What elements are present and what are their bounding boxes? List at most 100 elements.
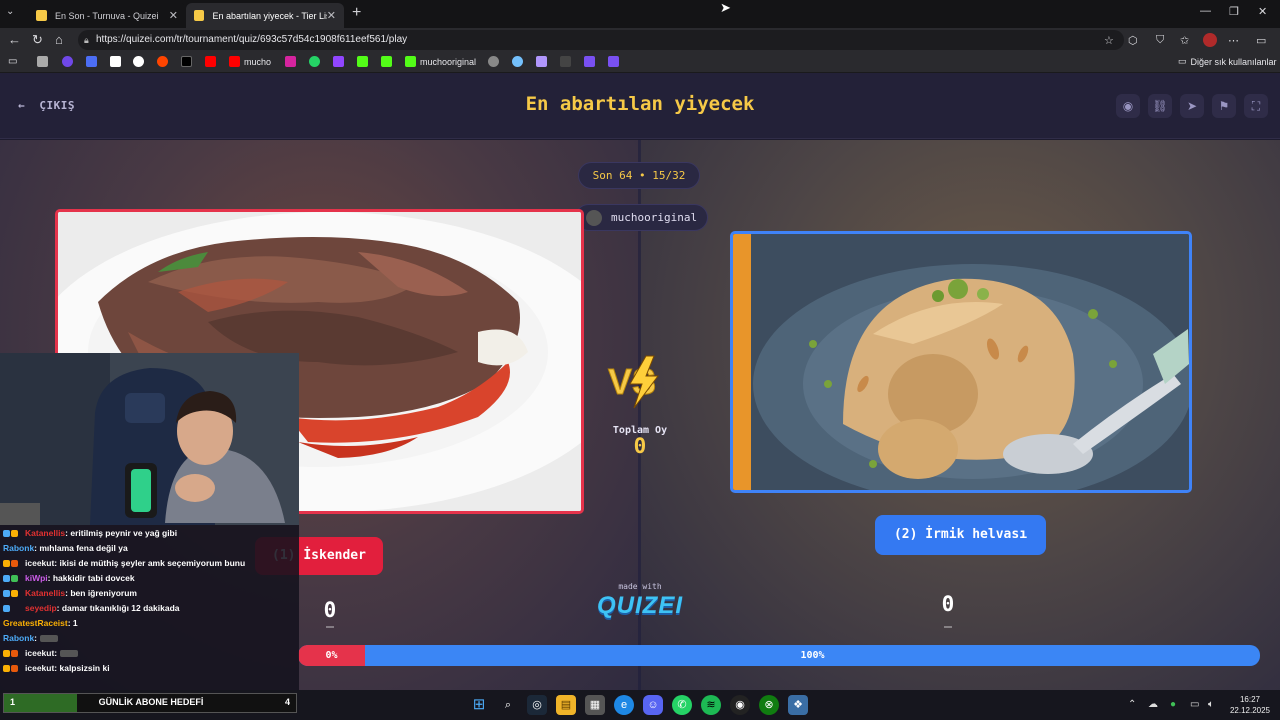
close-window-icon[interactable]: ✕ — [1258, 5, 1267, 18]
search-icon[interactable]: ⌕ — [498, 695, 518, 715]
quizei-logo: QUIZEI — [596, 592, 683, 619]
spotify-icon[interactable]: ≋ — [701, 695, 721, 715]
file-explorer-icon[interactable]: ▤ — [556, 695, 576, 715]
back-icon[interactable]: ← — [8, 32, 21, 47]
obs-icon[interactable]: ◉ — [730, 695, 750, 715]
option-2-image[interactable] — [730, 231, 1192, 493]
chat-username: Rabonk — [3, 543, 35, 553]
new-tab-icon[interactable]: + — [352, 4, 361, 22]
bookmark-item[interactable] — [536, 56, 551, 67]
chat-text: : — [34, 633, 38, 643]
bookmark-item[interactable] — [333, 56, 348, 67]
whatsapp-icon[interactable]: ✆ — [672, 695, 692, 715]
bookmark-item[interactable] — [357, 56, 372, 67]
profile-avatar[interactable] — [1203, 33, 1217, 47]
bookmark-label: mucho — [244, 56, 272, 67]
chat-badges-icon — [3, 588, 25, 598]
extensions-icon[interactable]: ⬡ — [1128, 34, 1138, 47]
bookmark-item[interactable] — [488, 56, 503, 67]
xbox-icon[interactable]: ⊗ — [759, 695, 779, 715]
tray-app-icon[interactable]: ☁ — [1148, 699, 1158, 710]
made-with-label: made with — [618, 582, 662, 591]
quizei-favicon-icon — [36, 10, 47, 21]
restore-icon[interactable]: ❐ — [1229, 5, 1239, 18]
microphone-icon[interactable]: ● — [1170, 699, 1176, 710]
sidebar-toggle-icon[interactable]: ▭ — [1256, 34, 1266, 47]
option-2-vote-count: 0 — [941, 592, 955, 616]
bookmark-item[interactable] — [309, 56, 324, 67]
round-indicator: Son 64 • 15/32 — [578, 162, 700, 189]
eye-icon[interactable]: ◉ — [1116, 94, 1140, 118]
bookmark-item[interactable] — [584, 56, 599, 67]
edge-icon[interactable]: e — [614, 695, 634, 715]
google-icon — [133, 56, 144, 67]
system-clock[interactable]: 16:27 22.12.2025 — [1228, 694, 1272, 716]
volume-icon[interactable]: 🔈︎ — [1208, 699, 1214, 710]
chat-message: Rabonk: mıhlama fena değil ya — [3, 543, 128, 553]
bookmark-item[interactable] — [110, 56, 125, 67]
tab-quizei-turnuva[interactable]: En Son - Turnuva - Quizei ✕ — [28, 3, 186, 28]
option-1-percentage: 0% — [325, 650, 338, 661]
close-tab-icon[interactable]: ✕ — [327, 9, 336, 22]
discord-icon[interactable]: ☺ — [643, 695, 663, 715]
share-link-icon[interactable]: ⛓ — [1148, 94, 1172, 118]
minimize-icon[interactable]: — — [1200, 5, 1211, 17]
folder-icon: ▭ — [1178, 56, 1187, 66]
folder-icon — [37, 56, 48, 67]
bookmark-item[interactable] — [133, 56, 148, 67]
divider — [944, 626, 952, 628]
chat-message: Katanellis: eritilmiş peynir ve yağ gibi — [3, 528, 177, 538]
bookmark-item[interactable] — [86, 56, 101, 67]
tab-quizei-play[interactable]: En abartılan yiyecek - Tier List, Kö ✕ — [186, 3, 344, 28]
whatsapp-icon — [309, 56, 320, 67]
more-options-icon[interactable]: ⋯ — [1228, 34, 1239, 47]
chat-message: iceekut: — [3, 648, 79, 658]
irmik-helvasi-photo — [733, 234, 1189, 490]
refresh-icon[interactable]: ↻ — [32, 32, 43, 48]
tab-actions-icon[interactable]: ⌄ — [6, 6, 14, 17]
shield-icon — [584, 56, 595, 67]
youtube-icon — [205, 56, 216, 67]
bookmark-item[interactable] — [381, 56, 396, 67]
bookmark-item[interactable] — [157, 56, 172, 67]
send-icon[interactable]: ➤ — [1180, 94, 1204, 118]
app-icon — [536, 56, 547, 67]
browser-essentials-icon[interactable]: ⛉ — [1156, 34, 1164, 47]
steam-icon[interactable]: ◎ — [527, 695, 547, 715]
chat-username: iceekut — [25, 663, 55, 673]
mouse-cursor-icon: ➤ — [720, 0, 731, 15]
total-votes-value: 0 — [633, 434, 647, 458]
bookmark-mucho[interactable]: mucho — [229, 56, 271, 67]
username: muchooriginal — [611, 211, 698, 224]
bookmark-item[interactable] — [285, 56, 300, 67]
bookmark-item[interactable] — [512, 56, 527, 67]
bookmark-item[interactable] — [608, 56, 623, 67]
bookmark-item[interactable] — [205, 56, 220, 67]
subscriber-goal-bar: 1 GÜNLİK ABONE HEDEFİ 4 — [3, 693, 297, 713]
close-tab-icon[interactable]: ✕ — [169, 9, 178, 22]
favorite-star-icon[interactable]: ☆ — [1104, 34, 1114, 47]
bookmark-item[interactable] — [560, 56, 575, 67]
chat-badges-icon — [3, 573, 25, 583]
bookmarks-menu-icon[interactable]: ▭ — [8, 56, 17, 67]
bookmark-item[interactable] — [181, 56, 196, 67]
tray-overflow-icon[interactable]: ⌃ — [1128, 699, 1136, 710]
network-icon[interactable]: ▭ — [1190, 699, 1199, 710]
vote-percentage-bar: 0% 100% — [298, 645, 1260, 666]
fullscreen-icon[interactable]: ⛶ — [1244, 94, 1268, 118]
url-input[interactable]: 🔒︎ https://quizei.com/tr/tournament/quiz… — [78, 30, 1124, 50]
option-2-button[interactable]: (2) İrmik helvası — [875, 515, 1046, 555]
flag-icon[interactable]: ⚑ — [1212, 94, 1236, 118]
favorites-icon[interactable]: ✩ — [1180, 34, 1189, 47]
home-icon[interactable]: ⌂ — [55, 32, 63, 47]
chat-message: seyedip: damar tıkanıklığı 12 dakikada — [3, 603, 180, 613]
app-icon[interactable]: ❖ — [788, 695, 808, 715]
windows-start-icon[interactable]: ⊞ — [469, 695, 489, 715]
bookmark-item[interactable] — [62, 56, 77, 67]
bookmark-muchooriginal[interactable]: muchooriginal — [405, 56, 476, 67]
bookmarks-bar: ▭ mucho muchooriginal ▭ Diğer sık kullanı… — [0, 52, 1280, 73]
bookmark-item[interactable] — [37, 56, 52, 67]
twitch-icon — [333, 56, 344, 67]
other-bookmarks[interactable]: ▭ Diğer sık kullanılanlar — [1178, 56, 1277, 67]
store-icon[interactable]: ▦ — [585, 695, 605, 715]
